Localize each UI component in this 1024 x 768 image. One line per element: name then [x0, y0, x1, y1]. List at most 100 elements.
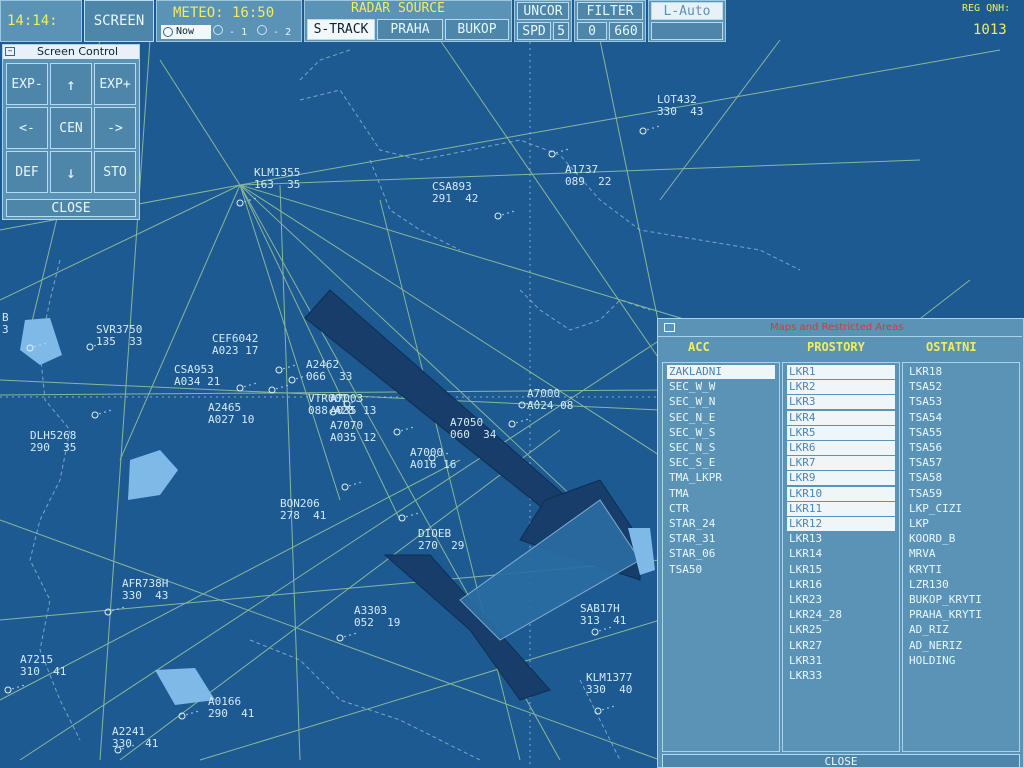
left-arrow-button[interactable]: <-	[6, 107, 48, 149]
ostatni-item[interactable]: LKP	[907, 517, 929, 531]
prostory-item[interactable]: LKR4	[787, 410, 895, 425]
screen-button[interactable]: SCREEN	[84, 0, 154, 42]
bukop-button[interactable]: BUKOP	[445, 19, 509, 40]
track-label[interactable]: A0166 290 41	[208, 696, 254, 720]
track-label[interactable]: KLM1355 163 35	[254, 167, 300, 191]
track-label[interactable]: SAB17H 313 41	[580, 603, 626, 627]
down-arrow-button[interactable]: ↓	[50, 151, 92, 193]
track-label[interactable]: CSA953 A034 21	[174, 364, 220, 388]
acc-item[interactable]: SEC_S_E	[667, 456, 715, 470]
ostatni-item[interactable]: KRYTI	[907, 563, 942, 577]
track-label[interactable]: A1737 089 22	[565, 164, 611, 188]
ostatni-item[interactable]: TSA55	[907, 426, 942, 440]
prostory-item[interactable]: LKR23	[787, 593, 822, 607]
track-label[interactable]: B3	[2, 312, 9, 336]
ostatni-item[interactable]: TSA58	[907, 471, 942, 485]
track-label[interactable]: A7215 310 41	[20, 654, 66, 678]
ostatni-item[interactable]: LKP_CIZI	[907, 502, 962, 516]
acc-item[interactable]: SEC_W_N	[667, 395, 715, 409]
acc-item[interactable]: STAR_31	[667, 532, 715, 546]
prostory-item[interactable]: LKR24_28	[787, 608, 842, 622]
ostatni-item[interactable]: HOLDING	[907, 654, 955, 668]
track-label[interactable]: A7070 A035 12	[330, 420, 376, 444]
ostatni-item[interactable]: AD_RIZ	[907, 623, 949, 637]
track-label[interactable]: A2462 066 33	[306, 359, 352, 383]
track-label[interactable]: AFR738H 330 43	[122, 578, 168, 602]
track-label[interactable]: KLM1377 330 40	[586, 672, 632, 696]
prostory-item[interactable]: LKR2	[787, 380, 895, 395]
maps-panel-close-button[interactable]: CLOSE	[662, 754, 1020, 768]
track-label[interactable]: A7003 A035 13	[330, 393, 376, 417]
ostatni-item[interactable]: LKR18	[907, 365, 942, 379]
lauto-blank-button[interactable]	[651, 22, 723, 40]
now-radio[interactable]: Now	[161, 25, 211, 39]
track-label[interactable]: SVR3750 135 33	[96, 324, 142, 348]
minus2-radio[interactable]: - 2	[257, 25, 291, 38]
ostatni-item[interactable]: TSA54	[907, 411, 942, 425]
uncor-button[interactable]: UNCOR	[517, 2, 569, 20]
minimize-icon[interactable]: –	[5, 47, 15, 56]
screen-control-close-button[interactable]: CLOSE	[6, 199, 136, 217]
track-label[interactable]: DLH5268 290 35	[30, 430, 76, 454]
ostatni-item[interactable]: BUKOP_KRYTI	[907, 593, 982, 607]
prostory-item[interactable]: LKR12	[787, 517, 895, 531]
acc-item[interactable]: TMA_LKPR	[667, 471, 722, 485]
exp-minus-button[interactable]: EXP-	[6, 63, 48, 105]
prostory-item[interactable]: LKR15	[787, 563, 822, 577]
screen-control-titlebar[interactable]: – Screen Control	[3, 45, 139, 59]
track-label[interactable]: A7000 A024 08	[527, 388, 573, 412]
exp-plus-button[interactable]: EXP+	[94, 63, 136, 105]
track-label[interactable]: CSA893 291 42	[432, 181, 478, 205]
prostory-item[interactable]: LKR1	[787, 365, 895, 379]
prostory-item[interactable]: LKR7	[787, 456, 895, 471]
ostatni-item[interactable]: AD_NERIZ	[907, 639, 962, 653]
ostatni-item[interactable]: TSA59	[907, 487, 942, 501]
prostory-item[interactable]: LKR5	[787, 425, 895, 440]
prostory-item[interactable]: LKR31	[787, 654, 822, 668]
spd-button[interactable]: SPD	[517, 22, 551, 40]
track-label[interactable]: A7050 060 34	[450, 417, 496, 441]
prostory-item[interactable]: LKR25	[787, 623, 822, 637]
prostory-item[interactable]: LKR11	[787, 501, 895, 516]
prostory-item[interactable]: LKR27	[787, 639, 822, 653]
prostory-item[interactable]: LKR9	[787, 471, 895, 486]
prostory-item[interactable]: LKR14	[787, 547, 822, 561]
prostory-item[interactable]: LKR3	[787, 395, 895, 410]
prostory-item[interactable]: LKR33	[787, 669, 822, 683]
ostatni-item[interactable]: PRAHA_KRYTI	[907, 608, 982, 622]
def-button[interactable]: DEF	[6, 151, 48, 193]
acc-item[interactable]: STAR_06	[667, 547, 715, 561]
prostory-item[interactable]: LKR10	[787, 486, 895, 501]
up-arrow-button[interactable]: ↑	[50, 63, 92, 105]
ostatni-item[interactable]: KOORD_B	[907, 532, 955, 546]
track-label[interactable]: BON206 278 41	[280, 498, 326, 522]
maps-panel-titlebar[interactable]: Maps and Restricted Areas	[658, 320, 1022, 337]
acc-item[interactable]: TSA50	[667, 563, 702, 577]
ostatni-item[interactable]: TSA56	[907, 441, 942, 455]
track-label[interactable]: CEF6042 A023 17	[212, 333, 258, 357]
ostatni-item[interactable]: TSA53	[907, 395, 942, 409]
sto-button[interactable]: STO	[94, 151, 136, 193]
acc-item[interactable]: ZAKLADNI	[667, 365, 775, 379]
strack-button[interactable]: S-TRACK	[307, 19, 375, 40]
filter-low-value[interactable]: 0	[577, 22, 607, 40]
minus1-radio[interactable]: - 1	[213, 25, 247, 38]
acc-item[interactable]: CTR	[667, 502, 689, 516]
prostory-item[interactable]: LKR6	[787, 441, 895, 455]
acc-item[interactable]: SEC_W_S	[667, 426, 715, 440]
track-label[interactable]: A3303 052 19	[354, 605, 400, 629]
filter-button[interactable]: FILTER	[577, 2, 643, 20]
lauto-button[interactable]: L-Auto	[651, 2, 723, 20]
center-button[interactable]: CEN	[50, 107, 92, 149]
track-label[interactable]: DIOEB 270 29	[418, 528, 464, 552]
prostory-item[interactable]: LKR13	[787, 532, 822, 546]
track-label[interactable]: A2465 A027 10	[208, 402, 254, 426]
right-arrow-button[interactable]: ->	[94, 107, 136, 149]
praha-button[interactable]: PRAHA	[377, 19, 443, 40]
acc-item[interactable]: TMA	[667, 487, 689, 501]
minimize-icon[interactable]	[664, 323, 675, 332]
track-label[interactable]: A2241 330 41	[112, 726, 158, 750]
acc-item[interactable]: SEC_W_W	[667, 380, 715, 394]
acc-item[interactable]: SEC_N_S	[667, 441, 715, 455]
ostatni-item[interactable]: TSA57	[907, 456, 942, 470]
